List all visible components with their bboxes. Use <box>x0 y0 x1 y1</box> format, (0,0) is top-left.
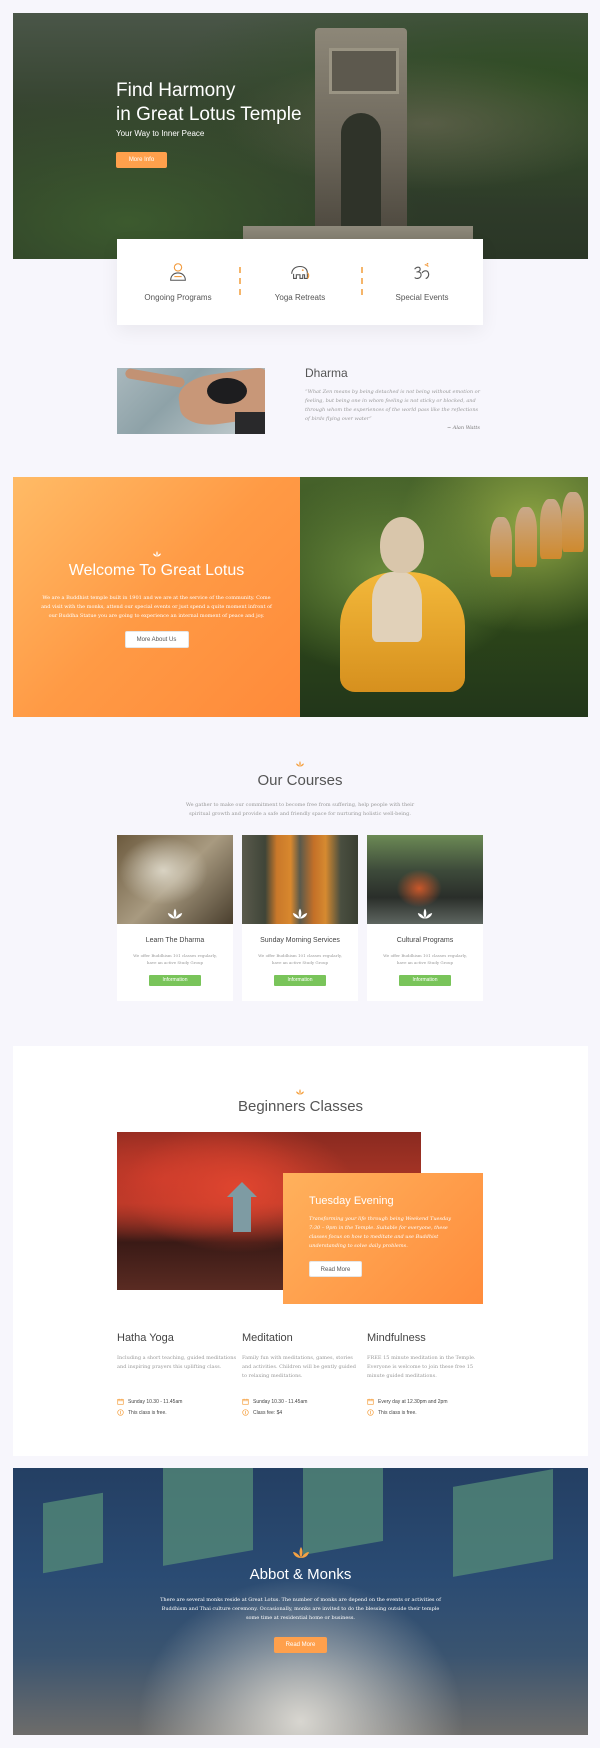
class-fee-text: This class is free. <box>128 1409 167 1416</box>
course-title: Cultural Programs <box>396 937 454 944</box>
abbot-content: Abbot & Monks There are several monks re… <box>13 1546 588 1653</box>
feature-label: Special Events <box>395 293 449 302</box>
course-desc: We offer Buddhism 101 classes regularly,… <box>258 953 342 965</box>
course-title: Learn The Dharma <box>145 937 205 944</box>
feature-label: Ongoing Programs <box>144 293 212 302</box>
welcome-title: Welcome To Great Lotus <box>68 562 245 579</box>
lotus-icon <box>292 908 308 919</box>
lotus-icon <box>296 1089 304 1095</box>
class-fee: This class is free. <box>367 1409 487 1416</box>
abbot-text: There are several monks reside at Great … <box>160 1597 441 1621</box>
course-title: Sunday Morning Services <box>260 937 340 944</box>
courses-intro: We gather to make our commitment to beco… <box>185 802 415 817</box>
welcome-panel: Welcome To Great Lotus We are a Buddhist… <box>13 477 300 717</box>
abbot-read-more-button[interactable]: Read More <box>274 1637 327 1653</box>
lotus-icon <box>152 551 161 557</box>
class-title: Hatha Yoga <box>117 1332 174 1344</box>
hero-subtitle: Your Way to Inner Peace <box>116 129 205 138</box>
class-time-text: Sunday 10.30 - 11.45am <box>253 1398 308 1405</box>
course-image <box>117 835 233 924</box>
dharma-author: ~ Alan Watts <box>446 425 480 431</box>
read-more-button[interactable]: Read More <box>309 1261 362 1277</box>
lotus-icon <box>292 1547 309 1558</box>
tuesday-text: Transforming your life through being Wee… <box>309 1216 452 1249</box>
class-time: Every day at 12.30pm and 2pm <box>367 1398 487 1405</box>
class-title: Meditation <box>242 1332 293 1344</box>
class-desc: Including a short teaching, guided medit… <box>117 1355 237 1370</box>
class-fee-text: Class fee: $4 <box>253 1409 283 1416</box>
hero-title: Find Harmony in Great Lotus Temple <box>116 79 376 127</box>
buddha-statue-image <box>300 477 588 717</box>
courses-header: Our Courses We gather to make our commit… <box>0 760 600 819</box>
course-card-sunday: Sunday Morning Services We offer Buddhis… <box>242 835 358 1001</box>
price-icon <box>367 1409 374 1416</box>
class-title: Mindfulness <box>367 1332 426 1344</box>
course-information-button[interactable]: Information <box>274 975 326 986</box>
dharma-yoga-image <box>117 368 265 434</box>
beginners-title: Beginners Classes <box>237 1098 364 1115</box>
feature-ongoing-programs[interactable]: Ongoing Programs <box>117 239 239 302</box>
course-information-button[interactable]: Information <box>149 975 201 986</box>
class-time-text: Every day at 12.30pm and 2pm <box>378 1398 448 1405</box>
elephant-icon <box>291 265 310 279</box>
lotus-icon <box>417 908 433 919</box>
course-image <box>367 835 483 924</box>
course-desc: We offer Buddhism 101 classes regularly,… <box>133 953 217 965</box>
feature-yoga-retreats[interactable]: Yoga Retreats <box>239 239 361 302</box>
feature-label: Yoga Retreats <box>274 293 326 302</box>
features-bar: Ongoing Programs Yoga Retreats Special E… <box>117 239 483 325</box>
dharma-title: Dharma <box>305 366 348 380</box>
welcome-text: We are a Buddhist temple built in 1901 a… <box>41 595 272 619</box>
calendar-icon <box>117 1398 124 1405</box>
class-desc: Family fun with meditations, games, stor… <box>242 1355 356 1379</box>
course-desc: We offer Buddhism 101 classes regularly,… <box>383 953 467 965</box>
feature-special-events[interactable]: Special Events <box>361 239 483 302</box>
tuesday-title: Tuesday Evening <box>309 1195 394 1207</box>
lotus-icon <box>296 761 304 767</box>
monk-icon <box>170 263 186 281</box>
calendar-icon <box>242 1398 249 1405</box>
class-fee-text: This class is free. <box>378 1409 417 1416</box>
class-meditation: Meditation Family fun with meditations, … <box>242 1332 362 1416</box>
class-hatha-yoga: Hatha Yoga Including a short teaching, g… <box>117 1332 237 1416</box>
hero-more-info-button[interactable]: More Info <box>116 152 167 168</box>
price-icon <box>117 1409 124 1416</box>
abbot-monks-section: Abbot & Monks There are several monks re… <box>13 1468 588 1735</box>
courses-title: Our Courses <box>257 772 343 789</box>
beginners-section: Beginners Classes Tuesday Evening Transf… <box>13 1046 588 1456</box>
course-card-cultural: Cultural Programs We offer Buddhism 101 … <box>367 835 483 1001</box>
hero-banner: Find Harmony in Great Lotus Temple Your … <box>13 13 588 259</box>
class-mindfulness: Mindfulness FREE 15 minute meditation in… <box>367 1332 487 1416</box>
class-time: Sunday 10.30 - 11.45am <box>242 1398 362 1405</box>
class-fee: Class fee: $4 <box>242 1409 362 1416</box>
hero-title-line2: in Great Lotus Temple <box>116 104 302 125</box>
dharma-quote: “What Zen means by being detached is not… <box>305 389 481 422</box>
om-icon <box>414 262 430 279</box>
class-desc: FREE 15 minute meditation in the Temple.… <box>367 1355 476 1379</box>
hero-title-line1: Find Harmony <box>116 80 236 101</box>
more-about-us-button[interactable]: More About Us <box>124 631 189 648</box>
class-time-text: Sunday 10.30 - 11.45am <box>128 1398 183 1405</box>
course-information-button[interactable]: Information <box>399 975 451 986</box>
tuesday-evening-card: Tuesday Evening Transforming your life t… <box>283 1173 483 1304</box>
class-time: Sunday 10.30 - 11.45am <box>117 1398 237 1405</box>
class-fee: This class is free. <box>117 1409 237 1416</box>
abbot-title: Abbot & Monks <box>249 1566 352 1583</box>
temple-gate-image <box>315 28 407 228</box>
lotus-icon <box>167 908 183 919</box>
prayer-flag-image <box>303 1468 383 1556</box>
course-card-dharma: Learn The Dharma We offer Buddhism 101 c… <box>117 835 233 1001</box>
price-icon <box>242 1409 249 1416</box>
course-image <box>242 835 358 924</box>
calendar-icon <box>367 1398 374 1405</box>
